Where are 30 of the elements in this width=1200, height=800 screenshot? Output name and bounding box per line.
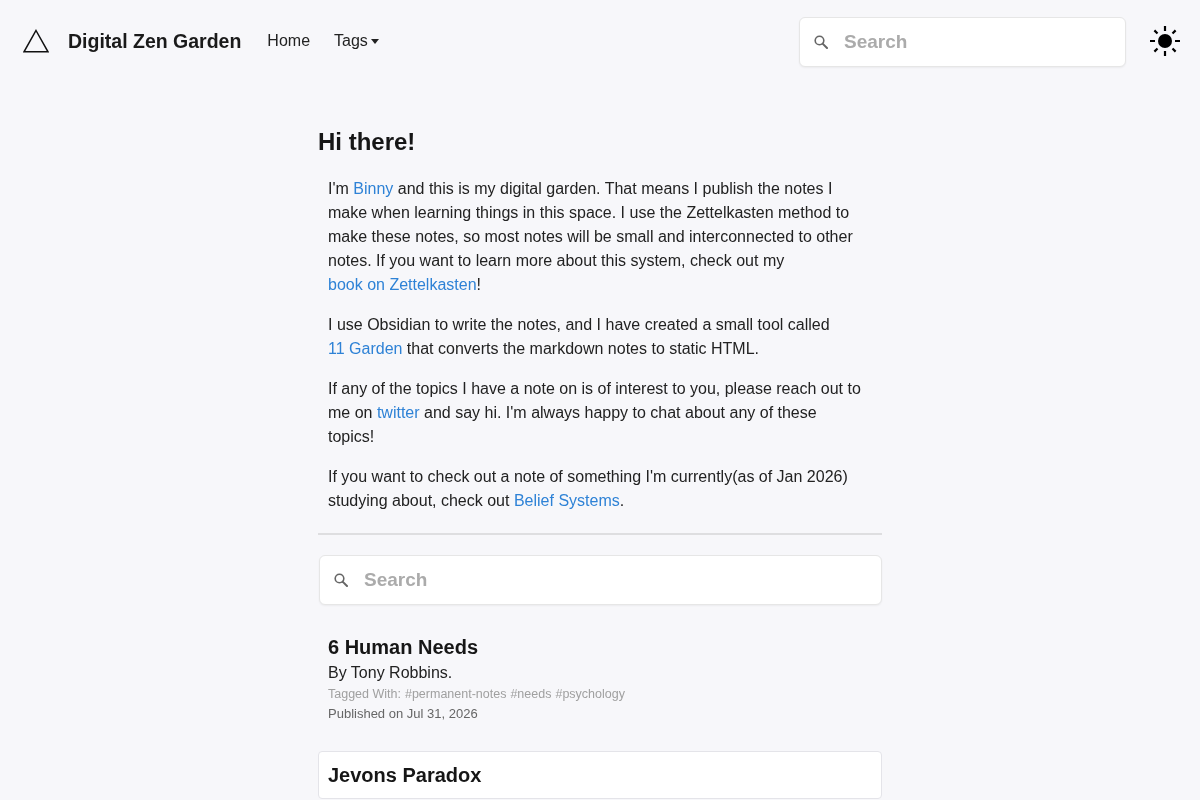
tag-link[interactable]: #permanent-notes xyxy=(404,685,507,704)
tag-link[interactable]: #psychology xyxy=(555,685,625,704)
published-date: Published on Jul 31, 2026 xyxy=(328,705,479,723)
triangle-icon[interactable] xyxy=(23,28,49,53)
text-link[interactable]: 11 Garden xyxy=(328,340,403,357)
text-link[interactable]: book on Zettelkasten xyxy=(328,276,477,293)
note-title[interactable]: 6 Human Needs xyxy=(328,633,872,661)
text-link[interactable]: Belief Systems xyxy=(513,492,620,509)
text-link[interactable]: Binny xyxy=(353,180,394,197)
search-field[interactable]: Search xyxy=(799,16,1126,67)
intro-paragraph: I use Obsidian to write the notes, and I have created a small tool called 11 Garden that converts the markdown notes to static HTML. xyxy=(327,315,831,359)
nav-link[interactable]: Home xyxy=(267,32,311,50)
tag-link[interactable]: #needs xyxy=(510,685,552,704)
note-title[interactable]: Jevons Paradox xyxy=(328,761,872,789)
tags-label: Tagged With: xyxy=(328,686,401,703)
search-icon xyxy=(334,573,348,587)
page-heading: Hi there! xyxy=(318,127,417,157)
caret-icon xyxy=(370,38,379,44)
note-card[interactable]: 6 Human Needs By Tony Robbins. Tagged With: #permanent-notes #needs #psychology Published on Jul 31, 2026 xyxy=(318,623,882,733)
sun-icon[interactable] xyxy=(1150,26,1180,56)
site-title[interactable]: Digital Zen Garden xyxy=(68,29,242,53)
search-field[interactable]: Search xyxy=(319,555,882,605)
intro-paragraph: If any of the topics I have a note on is of interest to you, please reach out to me on twitter and say hi. I'm always happy to chat about any of these topics! xyxy=(327,379,862,447)
search-icon xyxy=(814,34,828,49)
text-link[interactable]: twitter xyxy=(376,404,420,421)
note-summary: By Tony Robbins. xyxy=(328,663,454,683)
intro-paragraph: If you want to check out a note of something I'm currently(as of Jan 2026) studying about, check out Belief Systems. xyxy=(327,467,849,511)
note-card[interactable]: Jevons Paradox xyxy=(318,751,882,799)
nav-dropdown[interactable]: Tags xyxy=(334,32,379,50)
intro-paragraph: I'm Binny and this is my digital garden. That means I publish the notes I make when learning things in this space. I use the Zettelkasten method to make these notes, so most notes will be small and interconnected to other notes. If you want to learn more about this system, check out my book on Zettelkasten! xyxy=(327,179,854,295)
